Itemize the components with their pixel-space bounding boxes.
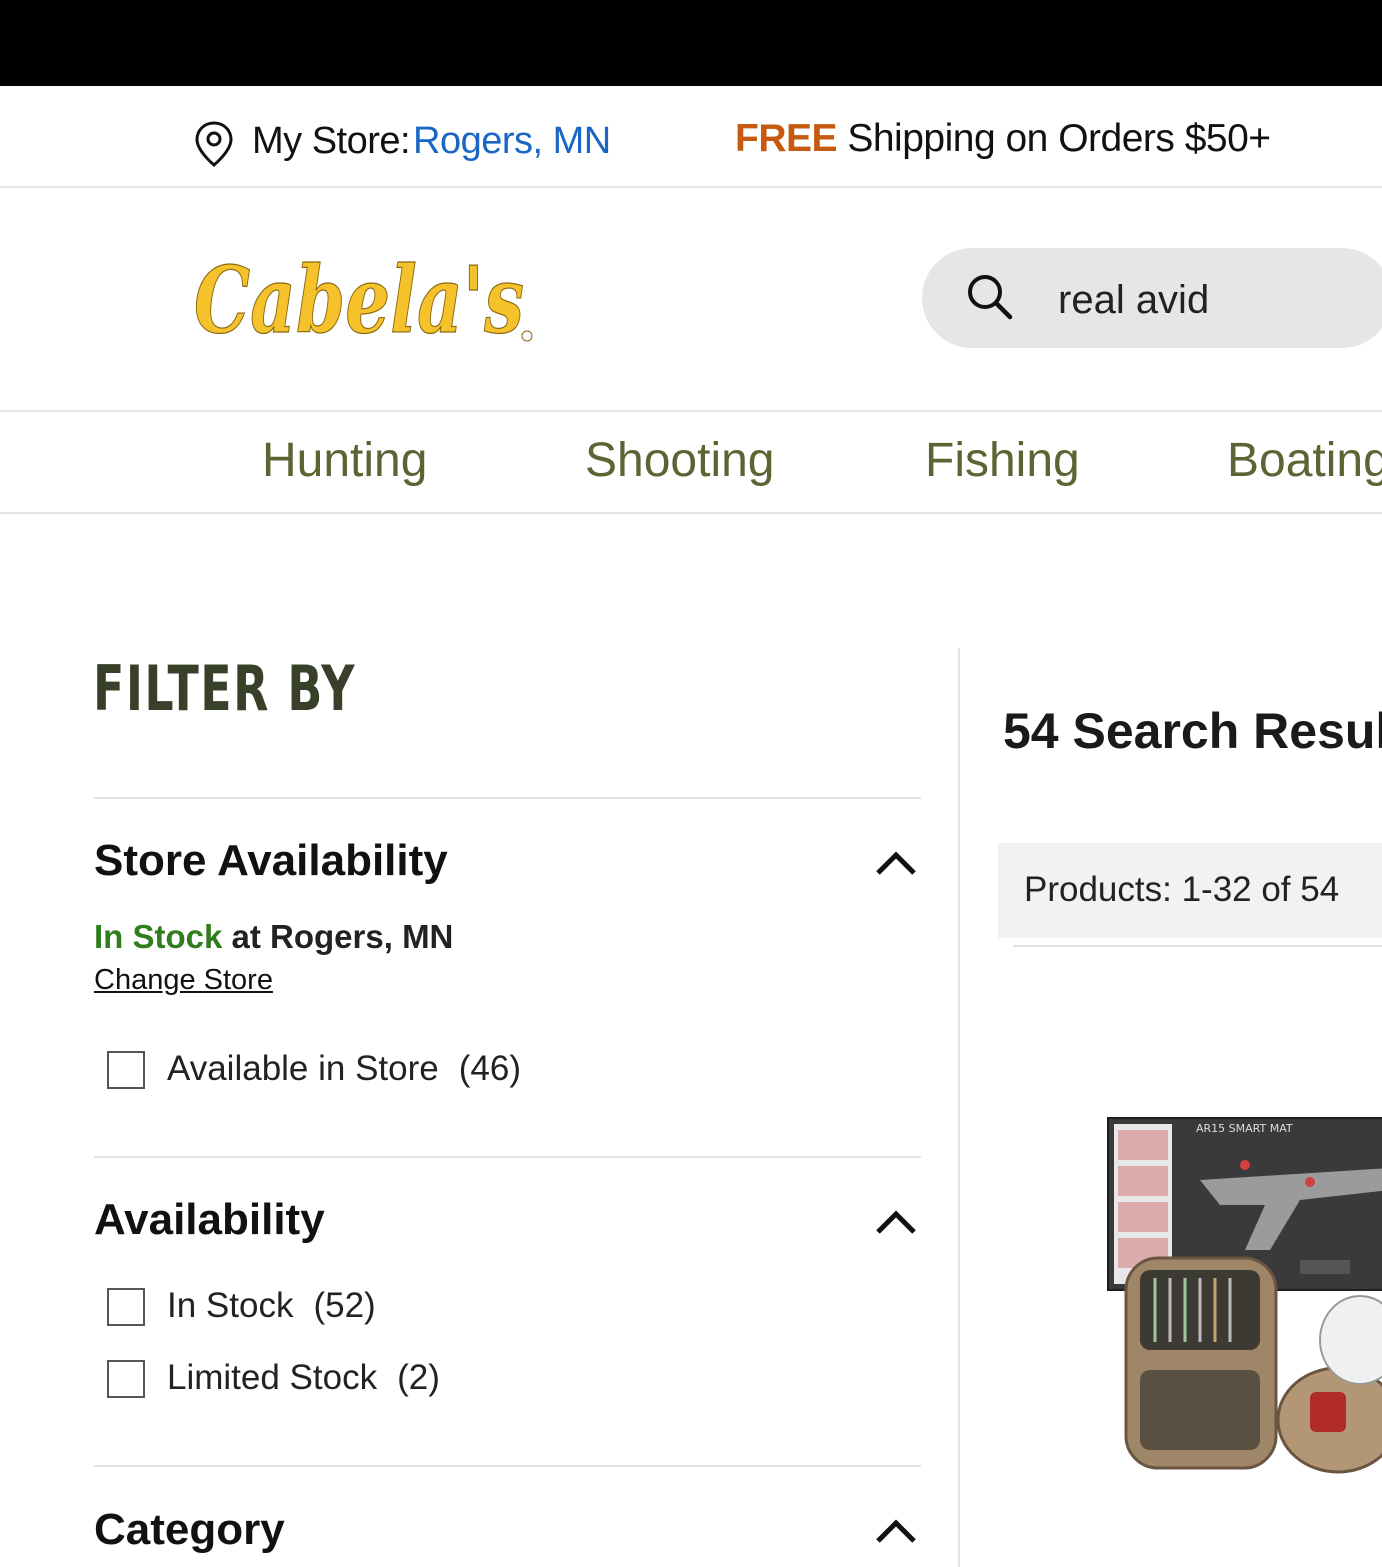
option-count: (46) (458, 1049, 521, 1088)
shipping-text: Shipping on Orders $50+ (837, 117, 1271, 160)
option-label: Available in Store (167, 1049, 439, 1088)
divider (94, 1465, 921, 1467)
my-store-label: My Store: (252, 120, 411, 162)
chevron-up-icon[interactable] (872, 845, 920, 881)
option-label: Limited Stock (167, 1358, 378, 1397)
in-stock-label[interactable]: In Stock (52) (167, 1286, 376, 1326)
in-stock-checkbox[interactable] (107, 1288, 145, 1326)
my-store-city-link[interactable]: Rogers, MN (413, 120, 611, 163)
availability-title[interactable]: Availability (94, 1195, 325, 1245)
mat-title: AR15 SMART MAT (1196, 1122, 1293, 1135)
cabelas-logo[interactable]: Cabela's (190, 232, 540, 352)
filter-by-title: FILTER BY (93, 652, 357, 725)
nav-boating[interactable]: Boating (1227, 433, 1382, 488)
search-results-title: 54 Search Results (1003, 703, 1382, 759)
available-in-store-checkbox[interactable] (107, 1051, 145, 1089)
search-icon[interactable] (965, 272, 1013, 320)
in-stock-text: In Stock (94, 918, 223, 955)
top-black-bar (0, 0, 1382, 86)
limited-stock-checkbox[interactable] (107, 1360, 145, 1398)
column-divider (958, 648, 960, 1567)
divider (1013, 945, 1382, 947)
option-label: In Stock (167, 1286, 294, 1325)
option-count: (2) (397, 1358, 440, 1397)
location-pin-icon[interactable] (192, 120, 236, 168)
product-image[interactable]: AR15 SMART MAT (1100, 1110, 1382, 1480)
store-location-text: at Rogers, MN (222, 918, 454, 955)
chevron-up-icon[interactable] (872, 1513, 920, 1549)
change-store-link[interactable]: Change Store (94, 964, 273, 997)
nav-fishing[interactable]: Fishing (925, 433, 1080, 488)
option-count: (52) (313, 1286, 376, 1325)
store-stock-status: In Stock at Rogers, MN (94, 918, 453, 956)
search-input[interactable] (1058, 272, 1378, 328)
available-in-store-label[interactable]: Available in Store (46) (167, 1049, 521, 1089)
limited-stock-label[interactable]: Limited Stock (2) (167, 1358, 440, 1398)
category-title[interactable]: Category (94, 1505, 285, 1555)
free-label: FREE (735, 117, 838, 160)
logo-text: Cabela's (194, 246, 524, 352)
divider (94, 1156, 921, 1158)
free-shipping-banner[interactable]: FREE Shipping on Orders $50+ (735, 117, 1271, 161)
divider (94, 797, 921, 799)
products-count: Products: 1-32 of 54 (1024, 870, 1340, 909)
chevron-up-icon[interactable] (872, 1204, 920, 1240)
nav-shooting[interactable]: Shooting (585, 433, 775, 488)
store-availability-title[interactable]: Store Availability (94, 836, 448, 886)
nav-hunting[interactable]: Hunting (262, 433, 427, 488)
